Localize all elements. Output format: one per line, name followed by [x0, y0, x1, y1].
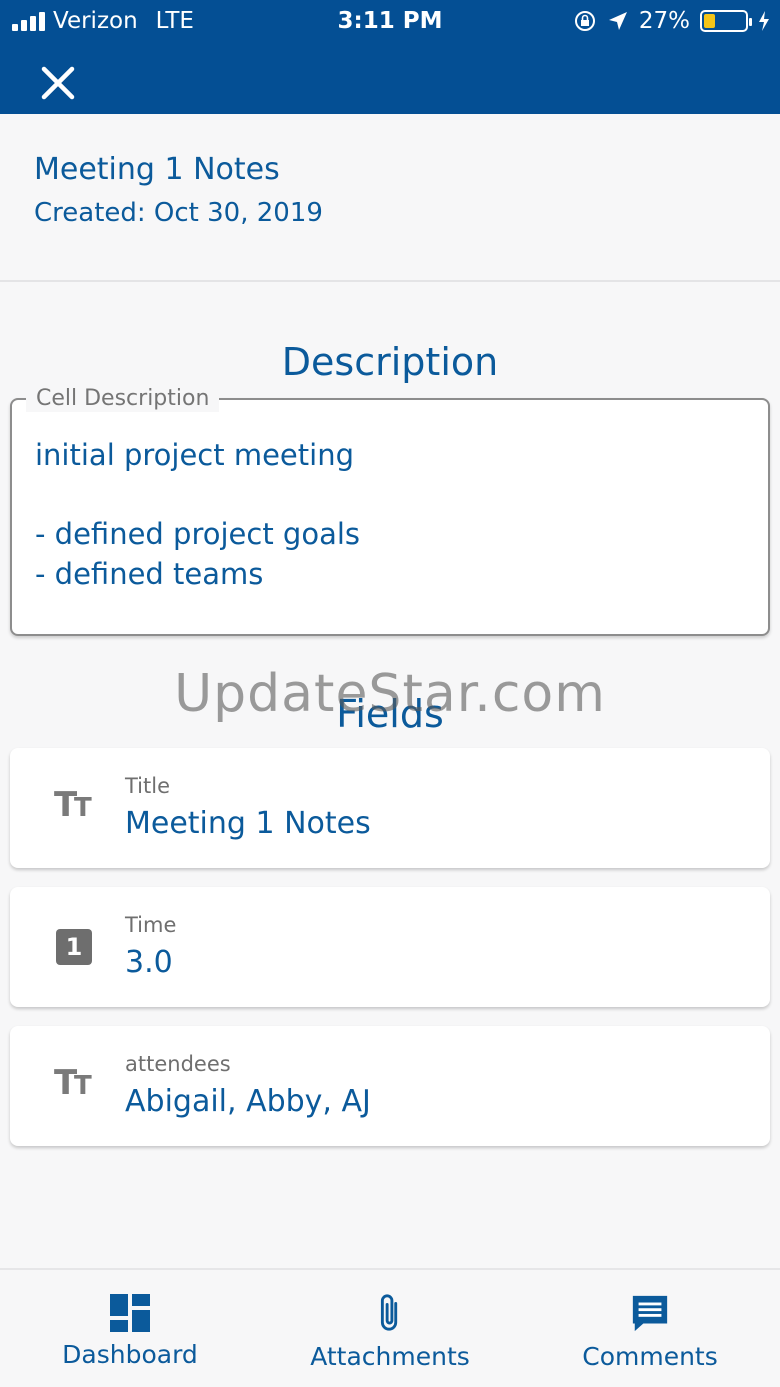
field-value: Abigail, Abby, AJ [125, 1084, 371, 1119]
cell-description-label: Cell Description [26, 386, 220, 412]
field-label: attendees [125, 1052, 231, 1076]
paperclip-icon [380, 1294, 398, 1331]
field-value: Meeting 1 Notes [125, 806, 371, 841]
comment-icon [632, 1295, 668, 1332]
dashboard-icon [110, 1294, 150, 1332]
text-type-icon: TT [54, 785, 92, 825]
nav-item-comments[interactable]: Comments [520, 1270, 780, 1387]
charging-icon [759, 11, 769, 31]
number-type-icon-glyph: 1 [56, 929, 92, 965]
text-type-icon: TT [54, 1063, 92, 1103]
nav-label: Comments [582, 1342, 718, 1371]
cell-description-field[interactable]: Cell Description initial project meeting… [10, 386, 770, 636]
nav-item-dashboard[interactable]: Dashboard [0, 1270, 260, 1387]
battery-percent: 27% [638, 8, 690, 34]
bottom-nav: Dashboard Attachments Comments [0, 1268, 780, 1387]
field-label: Title [125, 774, 171, 798]
nav-label: Attachments [310, 1342, 470, 1371]
description-line: initial project meeting [35, 438, 354, 472]
field-label: Time [125, 913, 177, 937]
orientation-lock-icon [574, 11, 595, 31]
screen: Verizon LTE 3:11 PM 27% Meeting 1 Notes … [0, 0, 780, 1387]
field-card-attendees[interactable]: TT attendees Abigail, Abby, AJ [10, 1026, 770, 1146]
status-right: 27% [573, 8, 770, 34]
field-card-time[interactable]: 1 Time 3.0 [10, 887, 770, 1007]
description-heading: Description [281, 340, 499, 384]
top-app-bar: Verizon LTE 3:11 PM 27% [0, 0, 780, 114]
created-date: Created: Oct 30, 2019 [34, 198, 323, 228]
field-value: 3.0 [125, 945, 173, 980]
record-header: Meeting 1 Notes Created: Oct 30, 2019 [0, 114, 780, 282]
field-card-title[interactable]: TT Title Meeting 1 Notes [10, 748, 770, 868]
number-type-icon: 1 [54, 927, 98, 967]
status-bar: Verizon LTE 3:11 PM 27% [0, 0, 780, 42]
location-icon [608, 12, 627, 30]
battery-icon [700, 10, 752, 32]
record-title: Meeting 1 Notes [34, 152, 280, 187]
nav-label: Dashboard [62, 1340, 198, 1369]
nav-item-attachments[interactable]: Attachments [260, 1270, 520, 1387]
watermark: UpdateStar.com [174, 664, 606, 724]
description-line: - defined teams [35, 557, 264, 591]
close-button[interactable] [34, 62, 82, 106]
description-line: - defined project goals [35, 517, 361, 551]
close-icon [41, 66, 75, 100]
